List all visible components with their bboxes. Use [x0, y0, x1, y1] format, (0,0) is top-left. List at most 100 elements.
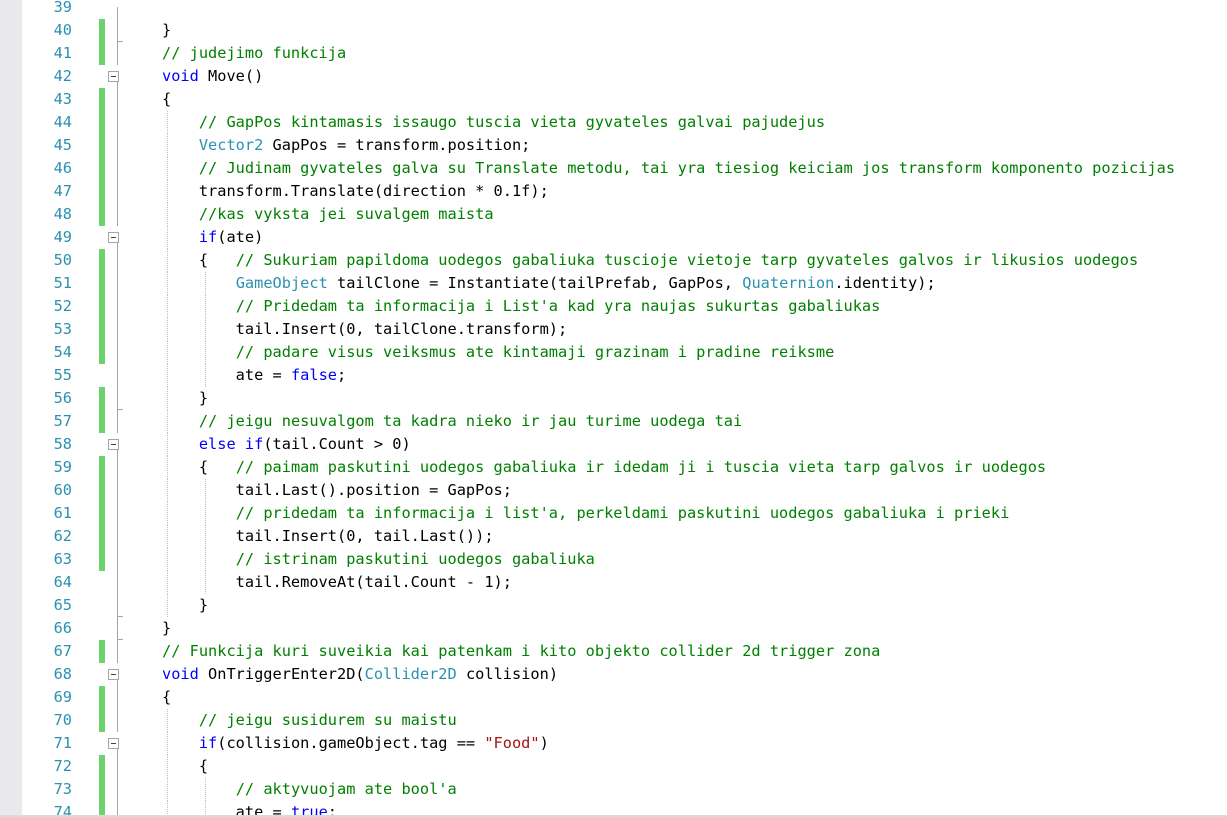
code-token: { — [162, 757, 209, 775]
code-line[interactable]: 39 — [0, 0, 1227, 19]
line-number: 68 — [53, 665, 72, 683]
line-number: 62 — [53, 527, 72, 545]
code-text: // Judinam gyvateles galva su Translate … — [162, 157, 1175, 180]
code-token: // judejimo funkcija — [162, 44, 347, 62]
line-number: 73 — [53, 780, 72, 798]
code-token: OnTriggerEnter2D( — [198, 665, 365, 683]
line-number: 52 — [53, 297, 72, 315]
code-text: { // Sukuriam papildoma uodegos gabaliuk… — [162, 249, 1138, 272]
code-token: collision) — [456, 665, 559, 683]
code-line[interactable]: 53 tail.Insert(0, tailClone.transform); — [0, 318, 1227, 341]
code-text: } — [162, 387, 208, 410]
outline-line — [117, 571, 118, 594]
code-token: if — [244, 435, 264, 453]
code-token: } — [162, 596, 209, 614]
outline-line — [117, 387, 118, 410]
change-indicator — [99, 686, 105, 709]
change-indicator — [99, 456, 105, 479]
line-number: 48 — [53, 205, 72, 223]
collapse-toggle-icon[interactable] — [108, 738, 119, 749]
collapse-toggle-icon[interactable] — [108, 669, 119, 680]
code-token: { — [162, 251, 236, 269]
line-number: 64 — [53, 573, 72, 591]
code-line[interactable]: 63 // istrinam paskutini uodegos gabaliu… — [0, 548, 1227, 571]
code-line[interactable]: 49 if(ate) — [0, 226, 1227, 249]
code-token: GameObject — [235, 274, 328, 292]
code-line[interactable]: 61 // pridedam ta informacija i list'a, … — [0, 502, 1227, 525]
code-line[interactable]: 68 void OnTriggerEnter2D(Collider2D colli… — [0, 663, 1227, 686]
code-text: tail.RemoveAt(tail.Count - 1); — [162, 571, 512, 594]
code-token: Quaternion — [742, 274, 835, 292]
code-line[interactable]: 71 if(collision.gameObject.tag == "Food"… — [0, 732, 1227, 755]
code-line[interactable]: 45 Vector2 GapPos = transform.position; — [0, 134, 1227, 157]
code-token: else — [198, 435, 236, 453]
code-token: void — [162, 665, 199, 683]
code-line[interactable]: 62 tail.Insert(0, tail.Last()); — [0, 525, 1227, 548]
code-token: Vector2 — [198, 136, 264, 154]
line-number: 50 — [53, 251, 72, 269]
collapse-toggle-icon[interactable] — [108, 71, 119, 82]
code-line[interactable]: 65 } — [0, 594, 1227, 617]
line-number: 69 — [53, 688, 72, 706]
code-token: { — [162, 458, 236, 476]
code-line[interactable]: 40} — [0, 19, 1227, 42]
code-line[interactable]: 56 } — [0, 387, 1227, 410]
line-number: 40 — [53, 21, 72, 39]
code-token: { — [162, 688, 172, 706]
change-indicator — [99, 502, 105, 525]
code-text: // GapPos kintamasis issaugo tuscia viet… — [162, 111, 825, 134]
code-line[interactable]: 66} — [0, 617, 1227, 640]
code-line[interactable]: 69 { — [0, 686, 1227, 709]
code-text: // jeigu susidurem su maistu — [162, 709, 457, 732]
code-editor[interactable]: 39 40} 41 // judejimo funkcija 42 void Move()… — [0, 0, 1227, 817]
code-text: tail.Insert(0, tail.Last()); — [162, 525, 494, 548]
code-line[interactable]: 52 // Pridedam ta informacija i List'a k… — [0, 295, 1227, 318]
code-token: (ate) — [217, 228, 264, 246]
outline-line — [117, 686, 118, 709]
code-line[interactable]: 64 tail.RemoveAt(tail.Count - 1); — [0, 571, 1227, 594]
collapse-toggle-icon[interactable] — [108, 439, 119, 450]
collapse-toggle-icon[interactable] — [108, 232, 119, 243]
code-token: ; — [337, 366, 347, 384]
code-line[interactable]: 46 // Judinam gyvateles galva su Transla… — [0, 157, 1227, 180]
code-line[interactable]: 54 // padare visus veiksmus ate kintamaj… — [0, 341, 1227, 364]
code-text: // Pridedam ta informacija i List'a kad … — [162, 295, 881, 318]
code-text: else if(tail.Count > 0) — [162, 433, 411, 456]
outline-line — [117, 341, 118, 364]
outline-line — [117, 180, 118, 203]
code-line[interactable]: 50 { // Sukuriam papildoma uodegos gabal… — [0, 249, 1227, 272]
code-line[interactable]: 43 { — [0, 88, 1227, 111]
code-line[interactable]: 44 // GapPos kintamasis issaugo tuscia v… — [0, 111, 1227, 134]
code-line[interactable]: 73 // aktyvuojam ate bool'a — [0, 778, 1227, 801]
outline-line — [117, 525, 118, 548]
code-text: // judejimo funkcija — [162, 42, 346, 65]
code-token: // GapPos kintamasis issaugo tuscia viet… — [198, 113, 826, 131]
code-line[interactable]: 51 GameObject tailClone = Instantiate(ta… — [0, 272, 1227, 295]
change-indicator — [99, 272, 105, 295]
code-line[interactable]: 42 void Move() — [0, 65, 1227, 88]
code-line[interactable]: 60 tail.Last().position = GapPos; — [0, 479, 1227, 502]
code-token: } — [162, 389, 209, 407]
code-line[interactable]: 47 transform.Translate(direction * 0.1f)… — [0, 180, 1227, 203]
code-token: // pridedam ta informacija i list'a, per… — [235, 504, 1010, 522]
code-line[interactable]: 70 // jeigu susidurem su maistu — [0, 709, 1227, 732]
line-number: 57 — [53, 412, 72, 430]
code-line[interactable]: 41 // judejimo funkcija — [0, 42, 1227, 65]
code-line[interactable]: 58 else if(tail.Count > 0) — [0, 433, 1227, 456]
code-line[interactable]: 59 { // paimam paskutini uodegos gabaliu… — [0, 456, 1227, 479]
code-token: // padare visus veiksmus ate kintamaji g… — [235, 343, 835, 361]
code-line[interactable]: 48 //kas vyksta jei suvalgem maista — [0, 203, 1227, 226]
code-line[interactable]: 67 // Funkcija kuri suveikia kai patenkam… — [0, 640, 1227, 663]
code-line[interactable]: 57 // jeigu nesuvalgom ta kadra nieko ir… — [0, 410, 1227, 433]
change-indicator — [99, 778, 105, 801]
change-indicator — [99, 410, 105, 433]
outline-line — [117, 479, 118, 502]
outline-line — [117, 42, 118, 65]
code-line[interactable]: 55 ate = false; — [0, 364, 1227, 387]
code-line[interactable]: 72 { — [0, 755, 1227, 778]
